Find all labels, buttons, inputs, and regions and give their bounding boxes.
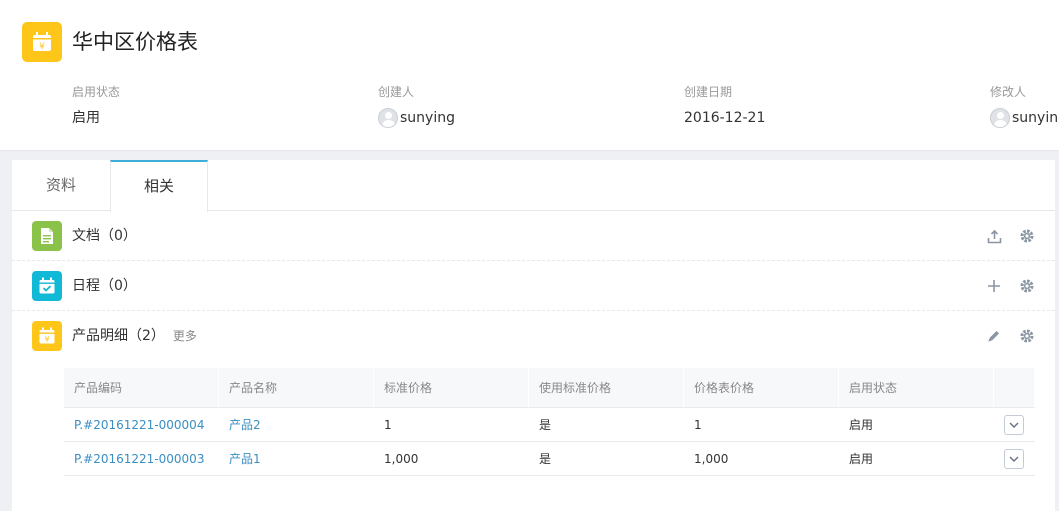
field-value: sunying [378,108,455,128]
cell-use-std: 是 [539,452,552,466]
add-icon[interactable] [985,277,1003,295]
tab-related[interactable]: 相关 [110,160,208,212]
column-header-actions [994,368,1035,407]
svg-text:¥: ¥ [44,335,49,344]
more-link[interactable]: 更多 [173,329,197,343]
price-list-icon: ¥ [22,22,62,62]
field-label: 创建日期 [684,85,733,99]
product-code-link[interactable]: P.#20161221-000003 [74,452,204,466]
related-panel: 资料 相关 文档（0） 日程（0） ¥ 产品明细（2） 更多 产品编码 产品名称… [12,160,1055,511]
product-details-table: 产品编码 产品名称 标准价格 使用标准价格 价格表价格 启用状态 P.#2016… [64,368,1035,476]
column-header[interactable]: 价格表价格 [684,368,839,407]
cell-use-std: 是 [539,418,552,432]
tab-bar: 资料 相关 [12,160,1055,212]
column-header[interactable]: 产品名称 [219,368,374,407]
product-code-link[interactable]: P.#20161221-000004 [74,418,204,432]
cell-code: P.#20161221-000003 [64,442,219,475]
field-label: 修改人 [990,85,1027,99]
cell-list-price: 1,000 [694,452,729,466]
price-tag-icon: ¥ [32,321,62,351]
column-header[interactable]: 标准价格 [374,368,529,407]
chevron-down-icon [1009,456,1019,462]
document-icon [32,221,62,251]
field-value: 2016-12-21 [684,108,765,128]
cell-status: 启用 [849,452,874,466]
section-documents: 文档（0） [12,211,1055,261]
tab-details[interactable]: 资料 [12,160,110,211]
gear-icon[interactable] [1018,227,1036,245]
page-title: 华中区价格表 [72,30,198,54]
field-status: 启用状态 启用 [72,84,120,128]
status-value: 启用 [72,110,100,126]
section-schedule: 日程（0） [12,261,1055,311]
cell-actions [994,442,1035,475]
cell-std-price: 1,000 [384,452,419,466]
edit-icon[interactable] [985,327,1003,345]
section-title-text: 产品明细（2） [72,328,165,344]
field-creator: 创建人 sunying [378,84,455,128]
created-date-value: 2016-12-21 [684,110,766,126]
product-name-link[interactable]: 产品2 [229,418,261,432]
section-product-details: ¥ 产品明细（2） 更多 [12,311,1055,361]
upload-icon[interactable] [985,227,1003,245]
table-row: P.#20161221-000004 产品2 1 是 1 启用 [64,408,1035,442]
column-header[interactable]: 使用标准价格 [529,368,684,407]
record-header: ¥ 华中区价格表 启用状态 启用 创建人 sunying 创建日期 2016-1… [0,0,1059,151]
section-title: 日程（0） [72,278,137,294]
section-title: 产品明细（2） 更多 [72,327,197,345]
section-title: 文档（0） [72,228,137,244]
field-label: 创建人 [378,85,415,99]
table-header: 产品编码 产品名称 标准价格 使用标准价格 价格表价格 启用状态 [64,368,1035,408]
cell-status: 启用 [849,418,874,432]
svg-text:¥: ¥ [39,42,45,52]
gear-icon[interactable] [1018,327,1036,345]
cell-name: 产品2 [219,408,374,441]
gear-icon[interactable] [1018,277,1036,295]
cell-list-price: 1 [694,418,702,432]
row-menu-button[interactable] [1004,415,1024,435]
product-name-link[interactable]: 产品1 [229,452,261,466]
table-row: P.#20161221-000003 产品1 1,000 是 1,000 启用 [64,442,1035,476]
row-menu-button[interactable] [1004,449,1024,469]
field-value: 启用 [72,108,120,128]
cell-code: P.#20161221-000004 [64,408,219,441]
calendar-icon [32,271,62,301]
avatar [378,108,398,128]
avatar [990,108,1010,128]
creator-name[interactable]: sunying [400,108,455,128]
column-header[interactable]: 产品编码 [64,368,219,407]
field-created-date: 创建日期 2016-12-21 [684,84,765,128]
field-label: 启用状态 [72,85,121,99]
field-modifier: 修改人 sunying [990,84,1059,128]
chevron-down-icon [1009,422,1019,428]
modifier-name[interactable]: sunying [1012,108,1059,128]
cell-actions [994,408,1035,441]
cell-std-price: 1 [384,418,392,432]
cell-name: 产品1 [219,442,374,475]
column-header[interactable]: 启用状态 [839,368,994,407]
field-value: sunying [990,108,1059,128]
